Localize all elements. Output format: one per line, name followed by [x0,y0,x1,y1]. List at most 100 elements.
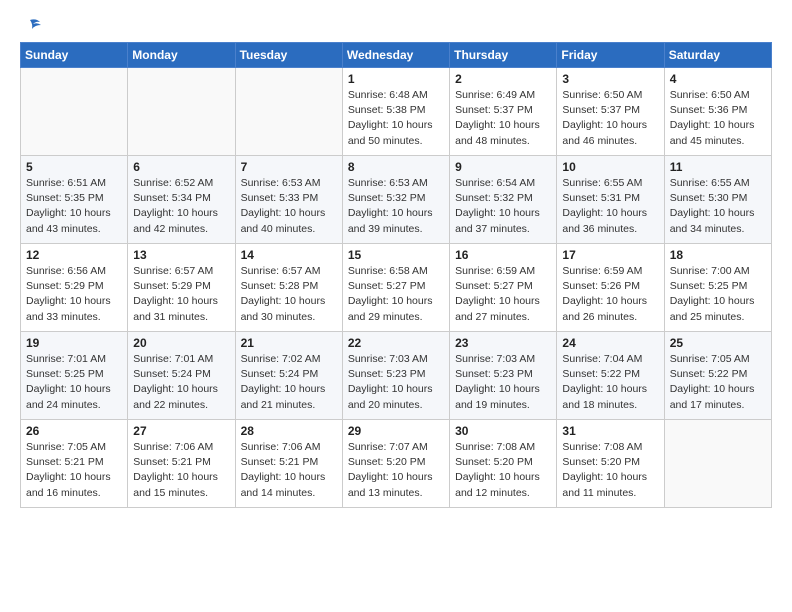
calendar-cell: 6 Sunrise: 6:52 AM Sunset: 5:34 PM Daylig… [128,156,235,244]
calendar-week-1: 1Sunrise: 6:48 AM Sunset: 5:38 PM Daylig… [21,68,772,156]
day-info: Sunrise: 6:54 AM Sunset: 5:32 PM Dayligh… [455,176,551,237]
day-info: Sunrise: 7:08 AM Sunset: 5:20 PM Dayligh… [562,440,658,501]
calendar-cell: 18Sunrise: 7:00 AM Sunset: 5:25 PM Dayli… [664,244,771,332]
day-number: 10 [562,160,658,174]
day-number: 24 [562,336,658,350]
calendar-cell: 28Sunrise: 7:06 AM Sunset: 5:21 PM Dayli… [235,420,342,508]
day-number: 29 [348,424,444,438]
day-number: 26 [26,424,122,438]
calendar-cell: 26 Sunrise: 7:05 AM Sunset: 5:21 PM Dayli… [21,420,128,508]
calendar-cell: 8 Sunrise: 6:53 AM Sunset: 5:32 PM Daylig… [342,156,449,244]
day-number: 8 [348,160,444,174]
calendar-cell: 30 Sunrise: 7:08 AM Sunset: 5:20 PM Dayli… [450,420,557,508]
day-info: Sunrise: 7:02 AM Sunset: 5:24 PM Dayligh… [241,352,337,413]
day-number: 1 [348,72,444,86]
day-info: Sunrise: 7:01 AM Sunset: 5:25 PM Dayligh… [26,352,122,413]
day-number: 16 [455,248,551,262]
day-info: Sunrise: 7:03 AM Sunset: 5:23 PM Dayligh… [455,352,551,413]
calendar-cell: 21 Sunrise: 7:02 AM Sunset: 5:24 PM Dayli… [235,332,342,420]
day-number: 18 [670,248,766,262]
weekday-header-sunday: Sunday [21,43,128,68]
day-number: 19 [26,336,122,350]
calendar-cell [21,68,128,156]
calendar-cell: 22 Sunrise: 7:03 AM Sunset: 5:23 PM Dayli… [342,332,449,420]
weekday-header-friday: Friday [557,43,664,68]
day-number: 13 [133,248,229,262]
calendar-cell: 31 Sunrise: 7:08 AM Sunset: 5:20 PM Dayli… [557,420,664,508]
day-number: 31 [562,424,658,438]
day-info: Sunrise: 6:55 AM Sunset: 5:31 PM Dayligh… [562,176,658,237]
day-number: 22 [348,336,444,350]
day-info: Sunrise: 6:50 AM Sunset: 5:36 PM Dayligh… [670,88,766,149]
calendar-cell: 29 Sunrise: 7:07 AM Sunset: 5:20 PM Dayli… [342,420,449,508]
calendar-cell: 14 Sunrise: 6:57 AM Sunset: 5:28 PM Dayli… [235,244,342,332]
calendar-cell: 4 Sunrise: 6:50 AM Sunset: 5:36 PM Daylig… [664,68,771,156]
page-header [20,16,772,34]
calendar-cell: 12 Sunrise: 6:56 AM Sunset: 5:29 PM Dayli… [21,244,128,332]
day-info: Sunrise: 6:55 AM Sunset: 5:30 PM Dayligh… [670,176,766,237]
day-info: Sunrise: 6:51 AM Sunset: 5:35 PM Dayligh… [26,176,122,237]
logo-bird-icon [22,16,44,38]
day-info: Sunrise: 6:57 AM Sunset: 5:29 PM Dayligh… [133,264,229,325]
day-info: Sunrise: 7:05 AM Sunset: 5:21 PM Dayligh… [26,440,122,501]
calendar-cell: 15Sunrise: 6:58 AM Sunset: 5:27 PM Dayli… [342,244,449,332]
calendar-cell: 10 Sunrise: 6:55 AM Sunset: 5:31 PM Dayli… [557,156,664,244]
calendar-cell: 25 Sunrise: 7:05 AM Sunset: 5:22 PM Dayli… [664,332,771,420]
day-info: Sunrise: 7:08 AM Sunset: 5:20 PM Dayligh… [455,440,551,501]
weekday-header-wednesday: Wednesday [342,43,449,68]
day-number: 9 [455,160,551,174]
calendar-week-5: 26 Sunrise: 7:05 AM Sunset: 5:21 PM Dayli… [21,420,772,508]
calendar-week-3: 12 Sunrise: 6:56 AM Sunset: 5:29 PM Dayli… [21,244,772,332]
day-number: 30 [455,424,551,438]
calendar-cell: 20 Sunrise: 7:01 AM Sunset: 5:24 PM Dayli… [128,332,235,420]
day-number: 2 [455,72,551,86]
day-info: Sunrise: 6:52 AM Sunset: 5:34 PM Dayligh… [133,176,229,237]
day-info: Sunrise: 6:57 AM Sunset: 5:28 PM Dayligh… [241,264,337,325]
calendar-week-2: 5 Sunrise: 6:51 AM Sunset: 5:35 PM Daylig… [21,156,772,244]
day-number: 3 [562,72,658,86]
day-number: 7 [241,160,337,174]
day-number: 14 [241,248,337,262]
day-info: Sunrise: 6:56 AM Sunset: 5:29 PM Dayligh… [26,264,122,325]
day-info: Sunrise: 6:59 AM Sunset: 5:26 PM Dayligh… [562,264,658,325]
day-number: 20 [133,336,229,350]
day-info: Sunrise: 6:49 AM Sunset: 5:37 PM Dayligh… [455,88,551,149]
day-info: Sunrise: 7:06 AM Sunset: 5:21 PM Dayligh… [133,440,229,501]
day-info: Sunrise: 7:07 AM Sunset: 5:20 PM Dayligh… [348,440,444,501]
weekday-header-saturday: Saturday [664,43,771,68]
day-number: 12 [26,248,122,262]
calendar-cell: 19 Sunrise: 7:01 AM Sunset: 5:25 PM Dayli… [21,332,128,420]
day-info: Sunrise: 7:03 AM Sunset: 5:23 PM Dayligh… [348,352,444,413]
calendar-cell [235,68,342,156]
calendar-cell [128,68,235,156]
day-number: 11 [670,160,766,174]
day-info: Sunrise: 6:59 AM Sunset: 5:27 PM Dayligh… [455,264,551,325]
calendar-cell [664,420,771,508]
calendar-cell: 13 Sunrise: 6:57 AM Sunset: 5:29 PM Dayli… [128,244,235,332]
day-info: Sunrise: 6:53 AM Sunset: 5:32 PM Dayligh… [348,176,444,237]
day-number: 4 [670,72,766,86]
day-number: 28 [241,424,337,438]
weekday-header-tuesday: Tuesday [235,43,342,68]
day-info: Sunrise: 7:01 AM Sunset: 5:24 PM Dayligh… [133,352,229,413]
calendar-cell: 9 Sunrise: 6:54 AM Sunset: 5:32 PM Daylig… [450,156,557,244]
day-info: Sunrise: 6:58 AM Sunset: 5:27 PM Dayligh… [348,264,444,325]
day-number: 6 [133,160,229,174]
calendar-table: SundayMondayTuesdayWednesdayThursdayFrid… [20,42,772,508]
day-number: 21 [241,336,337,350]
calendar-cell: 27 Sunrise: 7:06 AM Sunset: 5:21 PM Dayli… [128,420,235,508]
day-number: 25 [670,336,766,350]
weekday-header-monday: Monday [128,43,235,68]
logo [20,16,44,34]
day-info: Sunrise: 7:04 AM Sunset: 5:22 PM Dayligh… [562,352,658,413]
day-info: Sunrise: 7:05 AM Sunset: 5:22 PM Dayligh… [670,352,766,413]
day-number: 27 [133,424,229,438]
calendar-cell: 2 Sunrise: 6:49 AM Sunset: 5:37 PM Daylig… [450,68,557,156]
calendar-cell: 11 Sunrise: 6:55 AM Sunset: 5:30 PM Dayli… [664,156,771,244]
day-info: Sunrise: 6:53 AM Sunset: 5:33 PM Dayligh… [241,176,337,237]
calendar-cell: 24 Sunrise: 7:04 AM Sunset: 5:22 PM Dayli… [557,332,664,420]
day-number: 5 [26,160,122,174]
calendar-cell: 5 Sunrise: 6:51 AM Sunset: 5:35 PM Daylig… [21,156,128,244]
calendar-header-row: SundayMondayTuesdayWednesdayThursdayFrid… [21,43,772,68]
day-info: Sunrise: 6:50 AM Sunset: 5:37 PM Dayligh… [562,88,658,149]
